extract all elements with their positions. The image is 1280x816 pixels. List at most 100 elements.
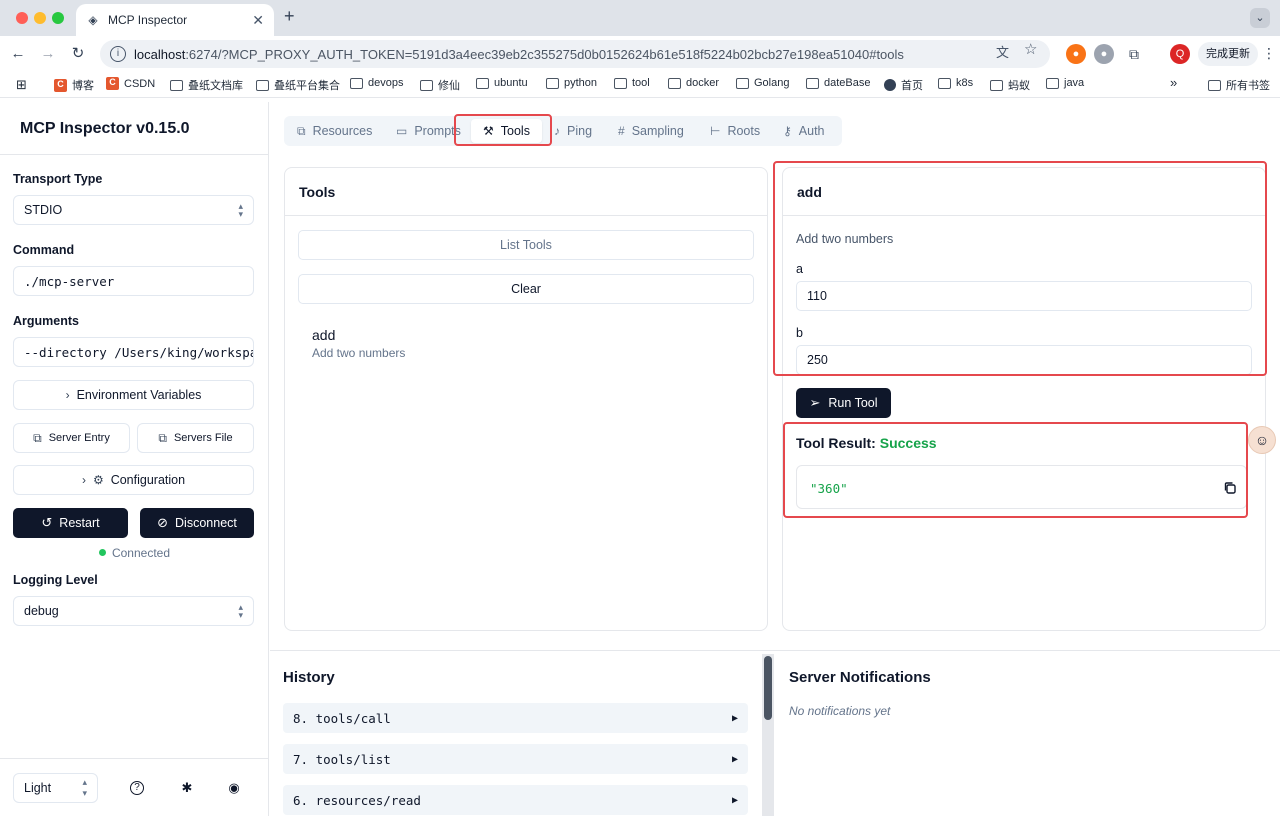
new-tab-icon[interactable]: + <box>284 6 295 27</box>
folder-icon <box>350 77 363 89</box>
bookmark-folder[interactable]: python <box>546 77 597 89</box>
tool-detail-card: add Add two numbers a 110 b 250 ➢ Run To… <box>782 167 1266 631</box>
tool-result-value: "360" <box>810 481 848 496</box>
close-tab-icon[interactable]: ✕ <box>252 12 264 29</box>
hammer-icon: ⚒ <box>483 124 494 138</box>
environment-variables-button[interactable]: › Environment Variables <box>13 380 254 410</box>
folder-icon <box>1046 77 1059 89</box>
result-status: Success <box>879 435 937 451</box>
bookmark-folder[interactable]: 叠纸平台集合 <box>256 77 340 93</box>
bookmark-folder[interactable]: dateBase <box>806 77 870 89</box>
bookmark-item[interactable]: 首页 <box>884 77 923 93</box>
copy-icon: ⧉ <box>158 430 167 445</box>
message-icon: ▭ <box>396 124 408 138</box>
tab-tools[interactable]: ⚒ Tools <box>471 119 542 143</box>
bookmark-star-icon[interactable]: ☆ <box>1024 40 1037 58</box>
bookmark-folder[interactable]: java <box>1046 77 1084 89</box>
bookmark-folder[interactable]: devops <box>350 77 403 89</box>
arguments-input[interactable]: --directory /Users/king/workspa <box>13 337 254 367</box>
help-icon[interactable]: ? <box>130 781 144 795</box>
apps-grid-icon[interactable]: ⊞ <box>16 77 27 93</box>
tab-sampling[interactable]: # Sampling <box>618 119 684 143</box>
history-item[interactable]: 6. resources/read ▶ <box>283 785 748 815</box>
history-title: History <box>283 669 335 686</box>
bug-icon[interactable]: ✱ <box>178 779 196 797</box>
run-tool-button[interactable]: ➢ Run Tool <box>796 388 891 418</box>
arguments-label: Arguments <box>13 314 79 328</box>
select-chevron-icon: ▴ ▾ <box>82 777 87 798</box>
profile-avatar[interactable]: Q <box>1170 44 1190 64</box>
window-minimize-button[interactable] <box>34 12 46 24</box>
chevron-right-icon: › <box>65 388 70 402</box>
tab-prompts[interactable]: ▭ Prompts <box>396 119 461 143</box>
url-path: :6274/?MCP_PROXY_AUTH_TOKEN=5191d3a4eec3… <box>185 46 904 62</box>
transport-type-label: Transport Type <box>13 172 103 186</box>
tool-name: add <box>312 327 336 343</box>
theme-select[interactable]: Light ▴ ▾ <box>13 773 98 803</box>
bookmark-item[interactable]: C 博客 <box>54 77 94 93</box>
window-close-button[interactable] <box>16 12 28 24</box>
tab-roots[interactable]: ⊢ Roots <box>710 119 760 143</box>
csdn-logo-icon: C <box>54 78 67 92</box>
bookmarks-bar: ⊞ C 博客 C CSDN 叠纸文档库 叠纸平台集合 devops 修仙 ubunt… <box>0 72 1280 98</box>
logging-level-select[interactable]: debug ▴ ▾ <box>13 596 254 626</box>
extensions-puzzle-icon[interactable]: ⧉ <box>1124 44 1144 64</box>
window-zoom-button[interactable] <box>52 12 64 24</box>
bookmark-folder[interactable]: docker <box>668 77 719 89</box>
param-a-input[interactable]: 110 <box>796 281 1252 311</box>
forward-icon[interactable]: → <box>38 44 58 64</box>
tool-result-title: Tool Result: Success <box>796 435 937 451</box>
bookmark-folder[interactable]: 修仙 <box>420 77 460 93</box>
bookmark-folder[interactable]: ubuntu <box>476 77 528 89</box>
translate-icon[interactable]: 文 <box>996 42 1009 61</box>
servers-file-button[interactable]: ⧉ Servers File <box>137 423 254 453</box>
disconnect-button[interactable]: ⊘ Disconnect <box>140 508 254 538</box>
bookmark-item[interactable]: C CSDN <box>106 77 155 90</box>
history-item[interactable]: 7. tools/list ▶ <box>283 744 748 774</box>
address-bar[interactable]: i localhost:6274/?MCP_PROXY_AUTH_TOKEN=5… <box>100 40 1050 68</box>
reload-icon[interactable]: ↻ <box>68 44 88 64</box>
folder-icon <box>170 79 183 91</box>
extension-2-icon[interactable]: ● <box>1094 44 1114 64</box>
restart-button[interactable]: ↺ Restart <box>13 508 128 538</box>
bookmark-folder[interactable]: 叠纸文档库 <box>170 77 243 93</box>
globe-icon <box>884 79 896 91</box>
transport-type-select[interactable]: STDIO ▴ ▾ <box>13 195 254 225</box>
clear-button[interactable]: Clear <box>298 274 754 304</box>
all-bookmarks-folder[interactable]: 所有书签 <box>1208 77 1270 93</box>
history-item[interactable]: 8. tools/call ▶ <box>283 703 748 733</box>
list-tools-button[interactable]: List Tools <box>298 230 754 260</box>
bookmark-folder[interactable]: tool <box>614 77 650 89</box>
tab-resources[interactable]: ⧉ Resources <box>297 119 372 143</box>
browser-toolbar: ← → ↻ i localhost:6274/?MCP_PROXY_AUTH_T… <box>0 36 1280 72</box>
browser-tab[interactable]: ◈ MCP Inspector ✕ <box>76 4 274 36</box>
bookmark-folder[interactable]: Golang <box>736 77 789 89</box>
history-scrollbar-thumb[interactable] <box>764 656 772 720</box>
extension-1-icon[interactable]: ● <box>1066 44 1086 64</box>
bookmark-folder[interactable]: k8s <box>938 77 973 89</box>
tab-auth[interactable]: ⚷ Auth <box>783 119 825 143</box>
copy-icon[interactable] <box>1223 481 1237 495</box>
tab-search-icon[interactable]: ⌄ <box>1250 8 1270 28</box>
tools-card-title: Tools <box>285 168 767 216</box>
command-input[interactable]: ./mcp-server <box>13 266 254 296</box>
chevron-right-icon: › <box>81 473 86 487</box>
restart-icon: ↺ <box>41 515 53 530</box>
github-icon[interactable]: ◉ <box>225 779 243 797</box>
folder-icon <box>938 77 951 89</box>
hash-icon: # <box>618 124 625 138</box>
update-button[interactable]: 完成更新 <box>1198 42 1258 66</box>
bookmarks-overflow-button[interactable]: » <box>1170 75 1177 90</box>
back-icon[interactable]: ← <box>8 44 28 64</box>
assistant-avatar-icon[interactable]: ☺ <box>1248 426 1276 454</box>
param-b-input[interactable]: 250 <box>796 345 1252 375</box>
bookmark-folder[interactable]: 蚂蚁 <box>990 77 1030 93</box>
browser-tab-bar: ◈ MCP Inspector ✕ + ⌄ <box>0 0 1280 36</box>
server-entry-button[interactable]: ⧉ Server Entry <box>13 423 130 453</box>
site-info-icon[interactable]: i <box>110 46 126 62</box>
expand-arrow-icon: ▶ <box>731 753 738 765</box>
tab-ping[interactable]: ♪ Ping <box>554 119 592 143</box>
unplug-icon: ⊘ <box>157 515 169 530</box>
browser-menu-icon[interactable]: ⋮ <box>1262 45 1276 62</box>
configuration-button[interactable]: › ⚙ Configuration <box>13 465 254 495</box>
